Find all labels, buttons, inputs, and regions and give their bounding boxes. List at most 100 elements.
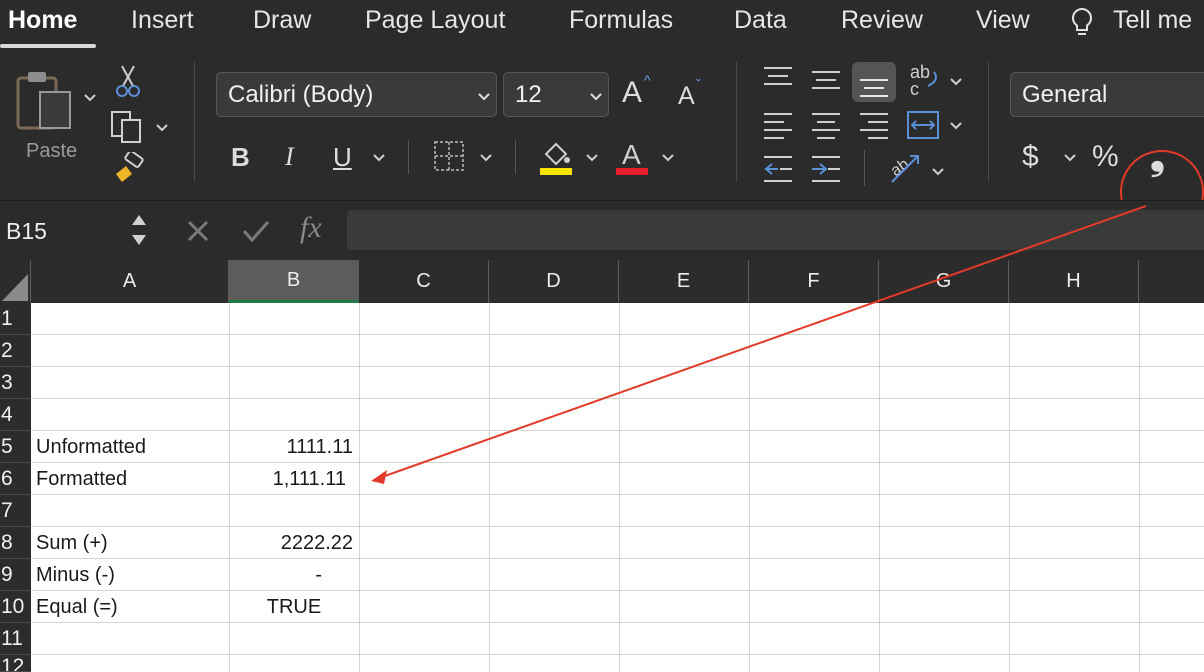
ribbon-separator (408, 140, 409, 174)
column-header-d[interactable]: D (489, 260, 619, 303)
orientation-dropdown-icon[interactable] (932, 168, 944, 176)
decrease-font-size-button[interactable]: A (678, 82, 695, 111)
tab-view[interactable]: View (976, 6, 1030, 35)
tab-data[interactable]: Data (734, 6, 787, 35)
tab-draw[interactable]: Draw (253, 6, 311, 35)
column-header-f[interactable]: F (749, 260, 879, 303)
row-header[interactable]: 5 (0, 431, 31, 463)
cell-b10[interactable]: TRUE (229, 591, 359, 623)
align-top-icon[interactable] (762, 64, 794, 94)
row-header[interactable]: 3 (0, 367, 31, 399)
align-right-icon[interactable] (858, 110, 890, 140)
cell-a10[interactable]: Equal (=) (31, 591, 229, 623)
cut-icon[interactable] (114, 64, 142, 98)
column-header-h[interactable]: H (1009, 260, 1139, 303)
wrap-dropdown-icon[interactable] (950, 78, 962, 86)
cell-b9[interactable]: - (229, 559, 359, 591)
cell-b8[interactable]: 2222.22 (229, 527, 359, 559)
number-format-select[interactable]: General (1010, 72, 1204, 117)
row-header[interactable]: 12 (0, 655, 31, 672)
gridline (489, 303, 490, 672)
name-box-stepper-icon[interactable] (130, 211, 148, 249)
paste-icon[interactable] (16, 70, 74, 132)
ribbon-separator (988, 62, 989, 182)
chevron-down-icon (590, 93, 602, 101)
increase-font-size-button[interactable]: A (622, 76, 642, 110)
copy-icon[interactable] (110, 110, 144, 144)
currency-dropdown-icon[interactable] (1064, 154, 1076, 162)
ribbon-separator (194, 62, 195, 182)
borders-icon[interactable] (433, 140, 465, 172)
increase-indent-icon[interactable] (810, 154, 842, 184)
column-header-a[interactable]: A (31, 260, 229, 303)
font-color-dropdown-icon[interactable] (662, 154, 674, 162)
align-middle-icon[interactable] (810, 64, 842, 94)
cell-a9[interactable]: Minus (-) (31, 559, 229, 591)
formula-input[interactable] (347, 210, 1204, 250)
align-bottom-icon[interactable] (858, 66, 890, 98)
column-header-e[interactable]: E (619, 260, 749, 303)
font-size-select[interactable]: 12 (503, 72, 609, 117)
borders-dropdown-icon[interactable] (480, 154, 492, 162)
copy-dropdown-icon[interactable] (156, 124, 168, 132)
row-header[interactable]: 2 (0, 335, 31, 367)
cell-a6[interactable]: Formatted (31, 463, 229, 495)
merge-dropdown-icon[interactable] (950, 122, 962, 130)
wrap-text-icon[interactable]: ab c (908, 62, 942, 98)
tab-home[interactable]: Home (8, 6, 77, 35)
fill-color-dropdown-icon[interactable] (586, 154, 598, 162)
column-header-g[interactable]: G (879, 260, 1009, 303)
decrease-indent-icon[interactable] (762, 154, 794, 184)
tab-review[interactable]: Review (841, 6, 923, 35)
align-left-icon[interactable] (762, 110, 794, 140)
select-all-corner[interactable] (0, 260, 31, 303)
ribbon-tab-bar: Home Insert Draw Page Layout Formulas Da… (0, 0, 1204, 52)
align-center-icon[interactable] (810, 110, 842, 140)
row-header[interactable]: 9 (0, 559, 31, 591)
row-header[interactable]: 11 (0, 623, 31, 655)
percent-style-button[interactable]: % (1092, 140, 1119, 174)
row-header[interactable]: 7 (0, 495, 31, 527)
cell-a5[interactable]: Unformatted (31, 431, 229, 463)
tab-insert[interactable]: Insert (131, 6, 194, 35)
tab-formulas[interactable]: Formulas (569, 6, 673, 35)
gridline (879, 303, 880, 672)
caret-up-icon: ^ (644, 72, 651, 88)
fill-color-icon[interactable] (538, 136, 574, 176)
row-header[interactable]: 6 (0, 463, 31, 495)
italic-button[interactable]: I (285, 142, 294, 172)
chevron-down-icon (478, 93, 490, 101)
column-header-partial[interactable] (1139, 260, 1204, 303)
orientation-icon[interactable]: ab (886, 150, 922, 186)
paste-dropdown-icon[interactable] (84, 94, 96, 102)
cell-b6[interactable]: 1,111.11 (229, 463, 359, 495)
format-painter-icon[interactable] (112, 152, 146, 184)
cell-a8[interactable]: Sum (+) (31, 527, 229, 559)
underline-button[interactable]: U (333, 142, 352, 173)
tell-me-search[interactable]: Tell me (1113, 6, 1192, 35)
currency-format-button[interactable]: $ (1022, 140, 1039, 174)
cancel-formula-icon[interactable] (186, 219, 210, 243)
merge-center-icon[interactable] (906, 110, 940, 140)
row-header[interactable]: 10 (0, 591, 31, 623)
lightbulb-icon[interactable] (1069, 6, 1095, 40)
bold-button[interactable]: B (231, 142, 250, 173)
row-header[interactable]: 8 (0, 527, 31, 559)
insert-function-button[interactable]: fx (300, 211, 322, 245)
underline-dropdown-icon[interactable] (373, 154, 385, 162)
svg-text:A: A (622, 139, 641, 170)
column-header-c[interactable]: C (359, 260, 489, 303)
row-header[interactable]: 1 (0, 303, 31, 335)
gridline (359, 303, 360, 672)
cell-b5[interactable]: 1111.11 (229, 431, 359, 463)
gridline (31, 654, 1204, 655)
font-name-select[interactable]: Calibri (Body) (216, 72, 497, 117)
ribbon-separator (864, 150, 865, 186)
gridline (31, 366, 1204, 367)
enter-formula-icon[interactable] (242, 219, 270, 243)
tab-page-layout[interactable]: Page Layout (365, 6, 505, 35)
font-color-icon[interactable]: A (616, 136, 650, 176)
gridline (1139, 303, 1140, 672)
row-header[interactable]: 4 (0, 399, 31, 431)
column-header-b[interactable]: B (229, 260, 359, 303)
